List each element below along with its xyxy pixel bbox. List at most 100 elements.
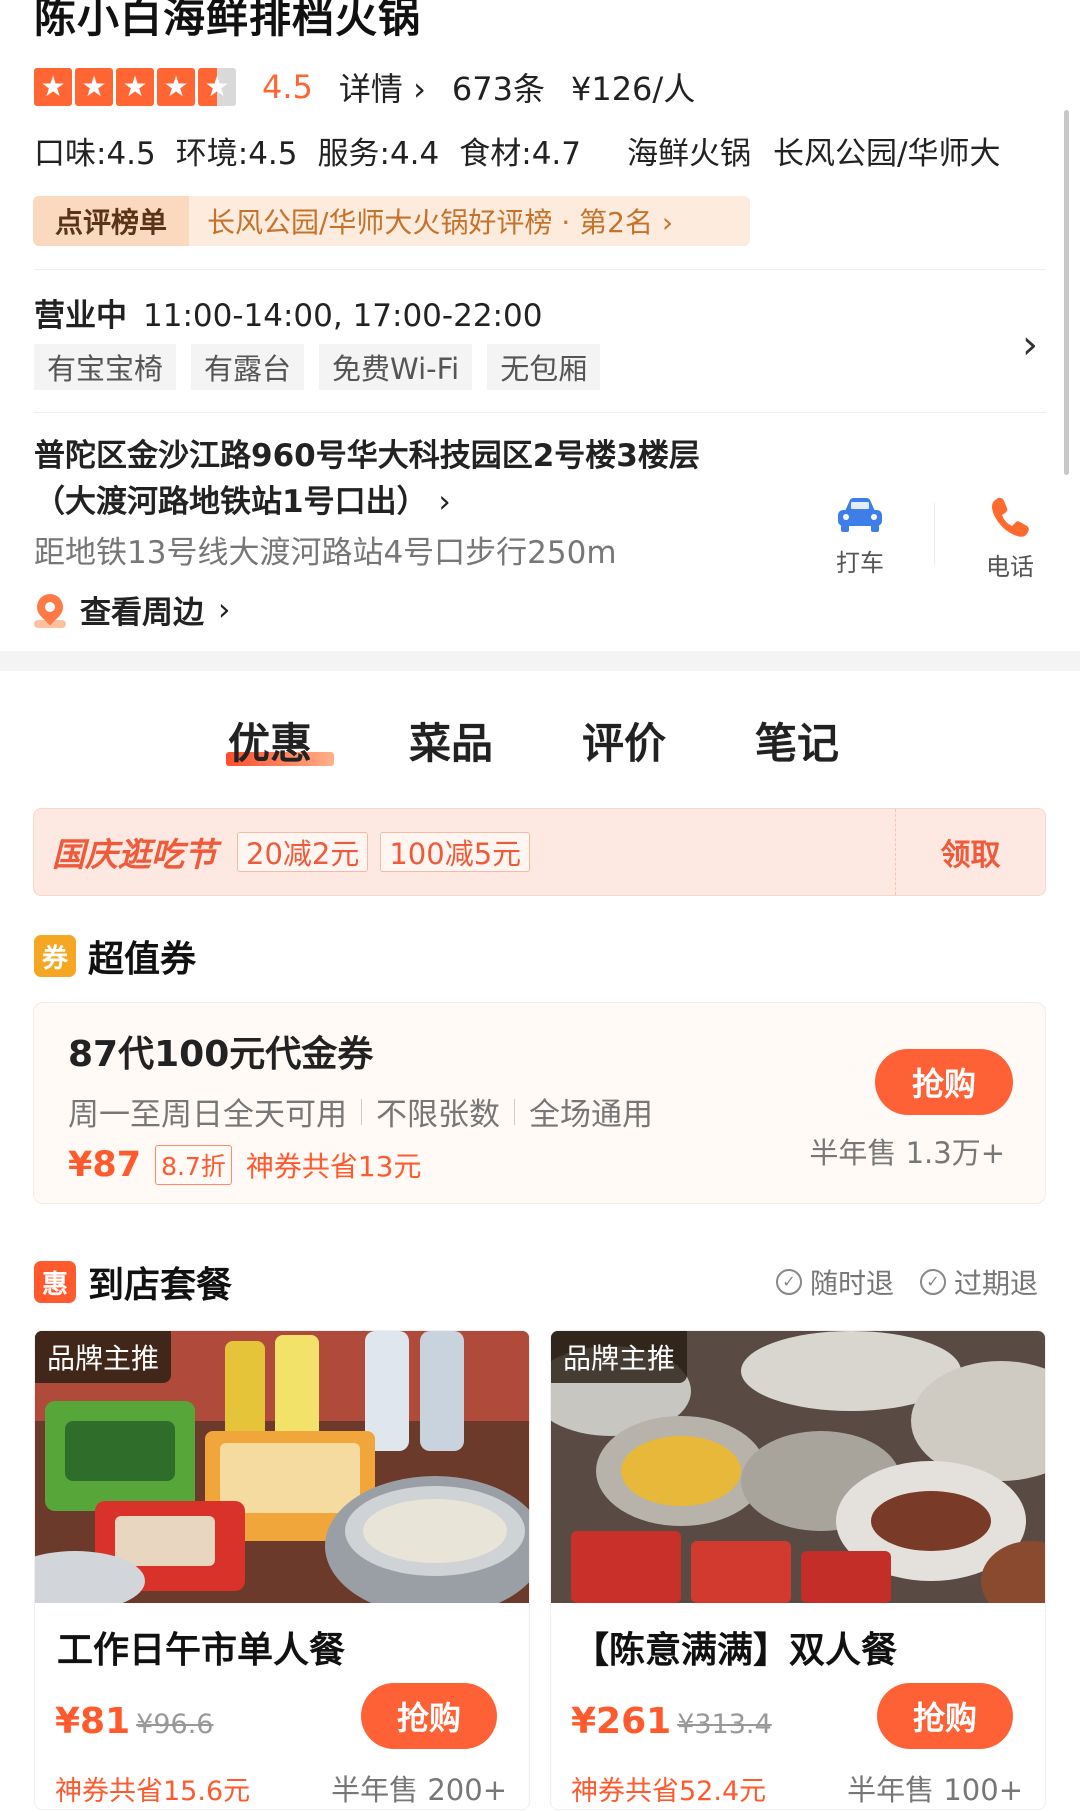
- package-name: 工作日午市单人餐: [57, 1630, 346, 1671]
- tab-label: 菜品: [409, 719, 494, 768]
- divider: [34, 412, 1046, 413]
- taxi-button[interactable]: 打车: [810, 495, 910, 578]
- facility-list: 有宝宝椅 有露台 免费Wi-Fi 无包厢: [34, 344, 601, 390]
- promo-banner[interactable]: 国庆逛吃节 20减2元 100减5元 领取: [33, 808, 1046, 896]
- chevron-right-icon: ›: [413, 70, 426, 108]
- score-service: 服务:4.4: [317, 136, 440, 172]
- area-tag[interactable]: 长风公园/华师大: [773, 128, 1000, 173]
- details-link[interactable]: 详情 ›: [339, 64, 426, 110]
- address-line2-row: （大渡河路地铁站1号口出） ›: [34, 479, 794, 525]
- package-original-price: ¥96.6: [136, 1709, 214, 1740]
- voucher-term: 不限张数: [376, 1097, 500, 1133]
- star-icon: ★: [75, 68, 113, 106]
- package-saving: 神券共省15.6元: [55, 1776, 251, 1807]
- scrollbar[interactable]: [1064, 110, 1069, 475]
- address[interactable]: 普陀区金沙江路960号华大科技园区2号楼3楼层 （大渡河路地铁站1号口出） ›: [34, 433, 794, 525]
- package-price-row: ¥261 ¥313.4: [571, 1701, 772, 1742]
- package-photo: 品牌主推: [35, 1331, 529, 1603]
- score-breakdown: 口味:4.5 环境:4.5 服务:4.4 食材:4.7 海鲜火锅 长风公园/华师…: [34, 128, 1000, 173]
- divider: [934, 503, 935, 565]
- package-section-title: 到店套餐: [88, 1265, 233, 1306]
- review-count[interactable]: 673条: [452, 64, 545, 110]
- ranking-banner[interactable]: 点评榜单 长风公园/华师大火锅好评榜 · 第2名 ›: [33, 196, 750, 246]
- check-circle-icon: ✓: [920, 1269, 946, 1295]
- claim-button[interactable]: 领取: [895, 809, 1045, 895]
- view-nearby-link[interactable]: 查看周边 ›: [31, 587, 230, 632]
- view-nearby-label: 查看周边: [80, 595, 204, 631]
- voucher-icon: 券: [34, 935, 76, 977]
- package-card[interactable]: 品牌主推 【陈意满满】双人餐 ¥261 ¥313.4 抢购 神券共省52.4元 …: [550, 1330, 1046, 1810]
- phone-icon: [992, 497, 1029, 537]
- voucher-card[interactable]: 87代100元代金券 周一至周日全天可用 不限张数 全场通用 ¥87 8.7折 …: [33, 1002, 1046, 1204]
- tab-label: 优惠: [228, 719, 313, 768]
- brand-recommend-badge: 品牌主推: [551, 1331, 688, 1383]
- package-sold: 半年售 200+: [331, 1773, 507, 1807]
- car-icon: [838, 498, 882, 532]
- ranking-text: 长风公园/华师大火锅好评榜 · 第2名 ›: [189, 201, 673, 241]
- refund-anytime-label: 随时退: [810, 1267, 895, 1300]
- package-buy-button[interactable]: 抢购: [361, 1683, 497, 1749]
- package-buy-button[interactable]: 抢购: [877, 1683, 1013, 1749]
- tab-label: 评价: [582, 719, 667, 768]
- package-price-row: ¥81 ¥96.6: [55, 1701, 213, 1742]
- rating-stars: ★ ★ ★ ★ ★: [34, 68, 236, 106]
- facility-tag: 免费Wi-Fi: [319, 344, 473, 390]
- ranking-text-value: 长风公园/华师大火锅好评榜 · 第2名: [207, 206, 653, 239]
- shop-name: 陈小白海鲜排档火锅: [34, 0, 422, 42]
- voucher-section-title: 超值券: [88, 939, 197, 980]
- check-circle-icon: ✓: [776, 1269, 802, 1295]
- taxi-label: 打车: [836, 549, 884, 577]
- category-tag[interactable]: 海鲜火锅: [627, 128, 751, 173]
- voucher-title: 87代100元代金券: [68, 1034, 374, 1075]
- address-line2: （大渡河路地铁站1号口出）: [34, 484, 428, 520]
- rating-row: 4.5 详情 › 673条 ¥126/人: [262, 68, 695, 108]
- business-status: 营业中: [34, 298, 127, 334]
- package-price: ¥81: [55, 1701, 131, 1742]
- half-star-icon: ★: [198, 68, 236, 106]
- promo-title: 国庆逛吃节: [52, 835, 217, 874]
- address-line1: 普陀区金沙江路960号华大科技园区2号楼3楼层: [34, 438, 700, 474]
- star-icon: ★: [34, 68, 72, 106]
- package-sold: 半年售 100+: [847, 1773, 1023, 1807]
- voucher-sold: 半年售 1.3万+: [809, 1136, 1005, 1170]
- refund-expired-label: 过期退: [954, 1267, 1039, 1300]
- package-name: 【陈意满满】双人餐: [573, 1630, 898, 1671]
- score-environment: 环境:4.5: [175, 136, 298, 172]
- promo-chip: 100减5元: [380, 832, 531, 872]
- section-separator: [0, 651, 1080, 671]
- star-icon: ★: [157, 68, 195, 106]
- chevron-right-icon[interactable]: ›: [1022, 322, 1038, 368]
- business-time: 11:00-14:00, 17:00-22:00: [143, 298, 543, 334]
- voucher-term: 全场通用: [529, 1097, 653, 1133]
- chevron-right-icon: ›: [661, 206, 674, 239]
- facility-tag: 有宝宝椅: [34, 344, 177, 390]
- price-per-person: ¥126/人: [570, 70, 696, 108]
- location-pin-icon: [31, 588, 69, 628]
- deal-icon: 惠: [34, 1261, 76, 1303]
- package-original-price: ¥313.4: [677, 1709, 772, 1740]
- voucher-section-header: 券 超值券: [34, 930, 196, 982]
- tab-label: 笔记: [755, 719, 840, 768]
- voucher-price: ¥87: [68, 1145, 142, 1185]
- tab-deals[interactable]: 优惠: [228, 710, 312, 771]
- voucher-price-row: ¥87 8.7折 神券共省13元: [68, 1145, 421, 1185]
- tab-notes[interactable]: 笔记: [755, 710, 839, 771]
- score-ingredients: 食材:4.7: [459, 136, 581, 172]
- ranking-label: 点评榜单: [33, 196, 189, 246]
- tab-reviews[interactable]: 评价: [582, 710, 666, 771]
- package-card[interactable]: 品牌主推 工作日午市单人餐 ¥81 ¥96.6 抢购 神券共省15.6元 半年售…: [34, 1330, 530, 1810]
- facility-tag: 有露台: [191, 344, 305, 390]
- package-saving: 神券共省52.4元: [571, 1776, 767, 1807]
- details-label: 详情: [338, 70, 403, 108]
- brand-recommend-badge: 品牌主推: [35, 1331, 172, 1383]
- business-hours[interactable]: 营业中 11:00-14:00, 17:00-22:00: [34, 290, 542, 335]
- voucher-saving: 神券共省13元: [245, 1150, 422, 1183]
- chevron-right-icon: ›: [438, 484, 451, 520]
- rating-score: 4.5: [262, 68, 313, 106]
- score-taste: 口味:4.5: [34, 136, 156, 172]
- voucher-term: 周一至周日全天可用: [68, 1097, 347, 1133]
- tab-dishes[interactable]: 菜品: [409, 710, 493, 771]
- phone-button[interactable]: 电话: [960, 495, 1060, 582]
- phone-label: 电话: [986, 553, 1034, 581]
- voucher-buy-button[interactable]: 抢购: [875, 1049, 1013, 1115]
